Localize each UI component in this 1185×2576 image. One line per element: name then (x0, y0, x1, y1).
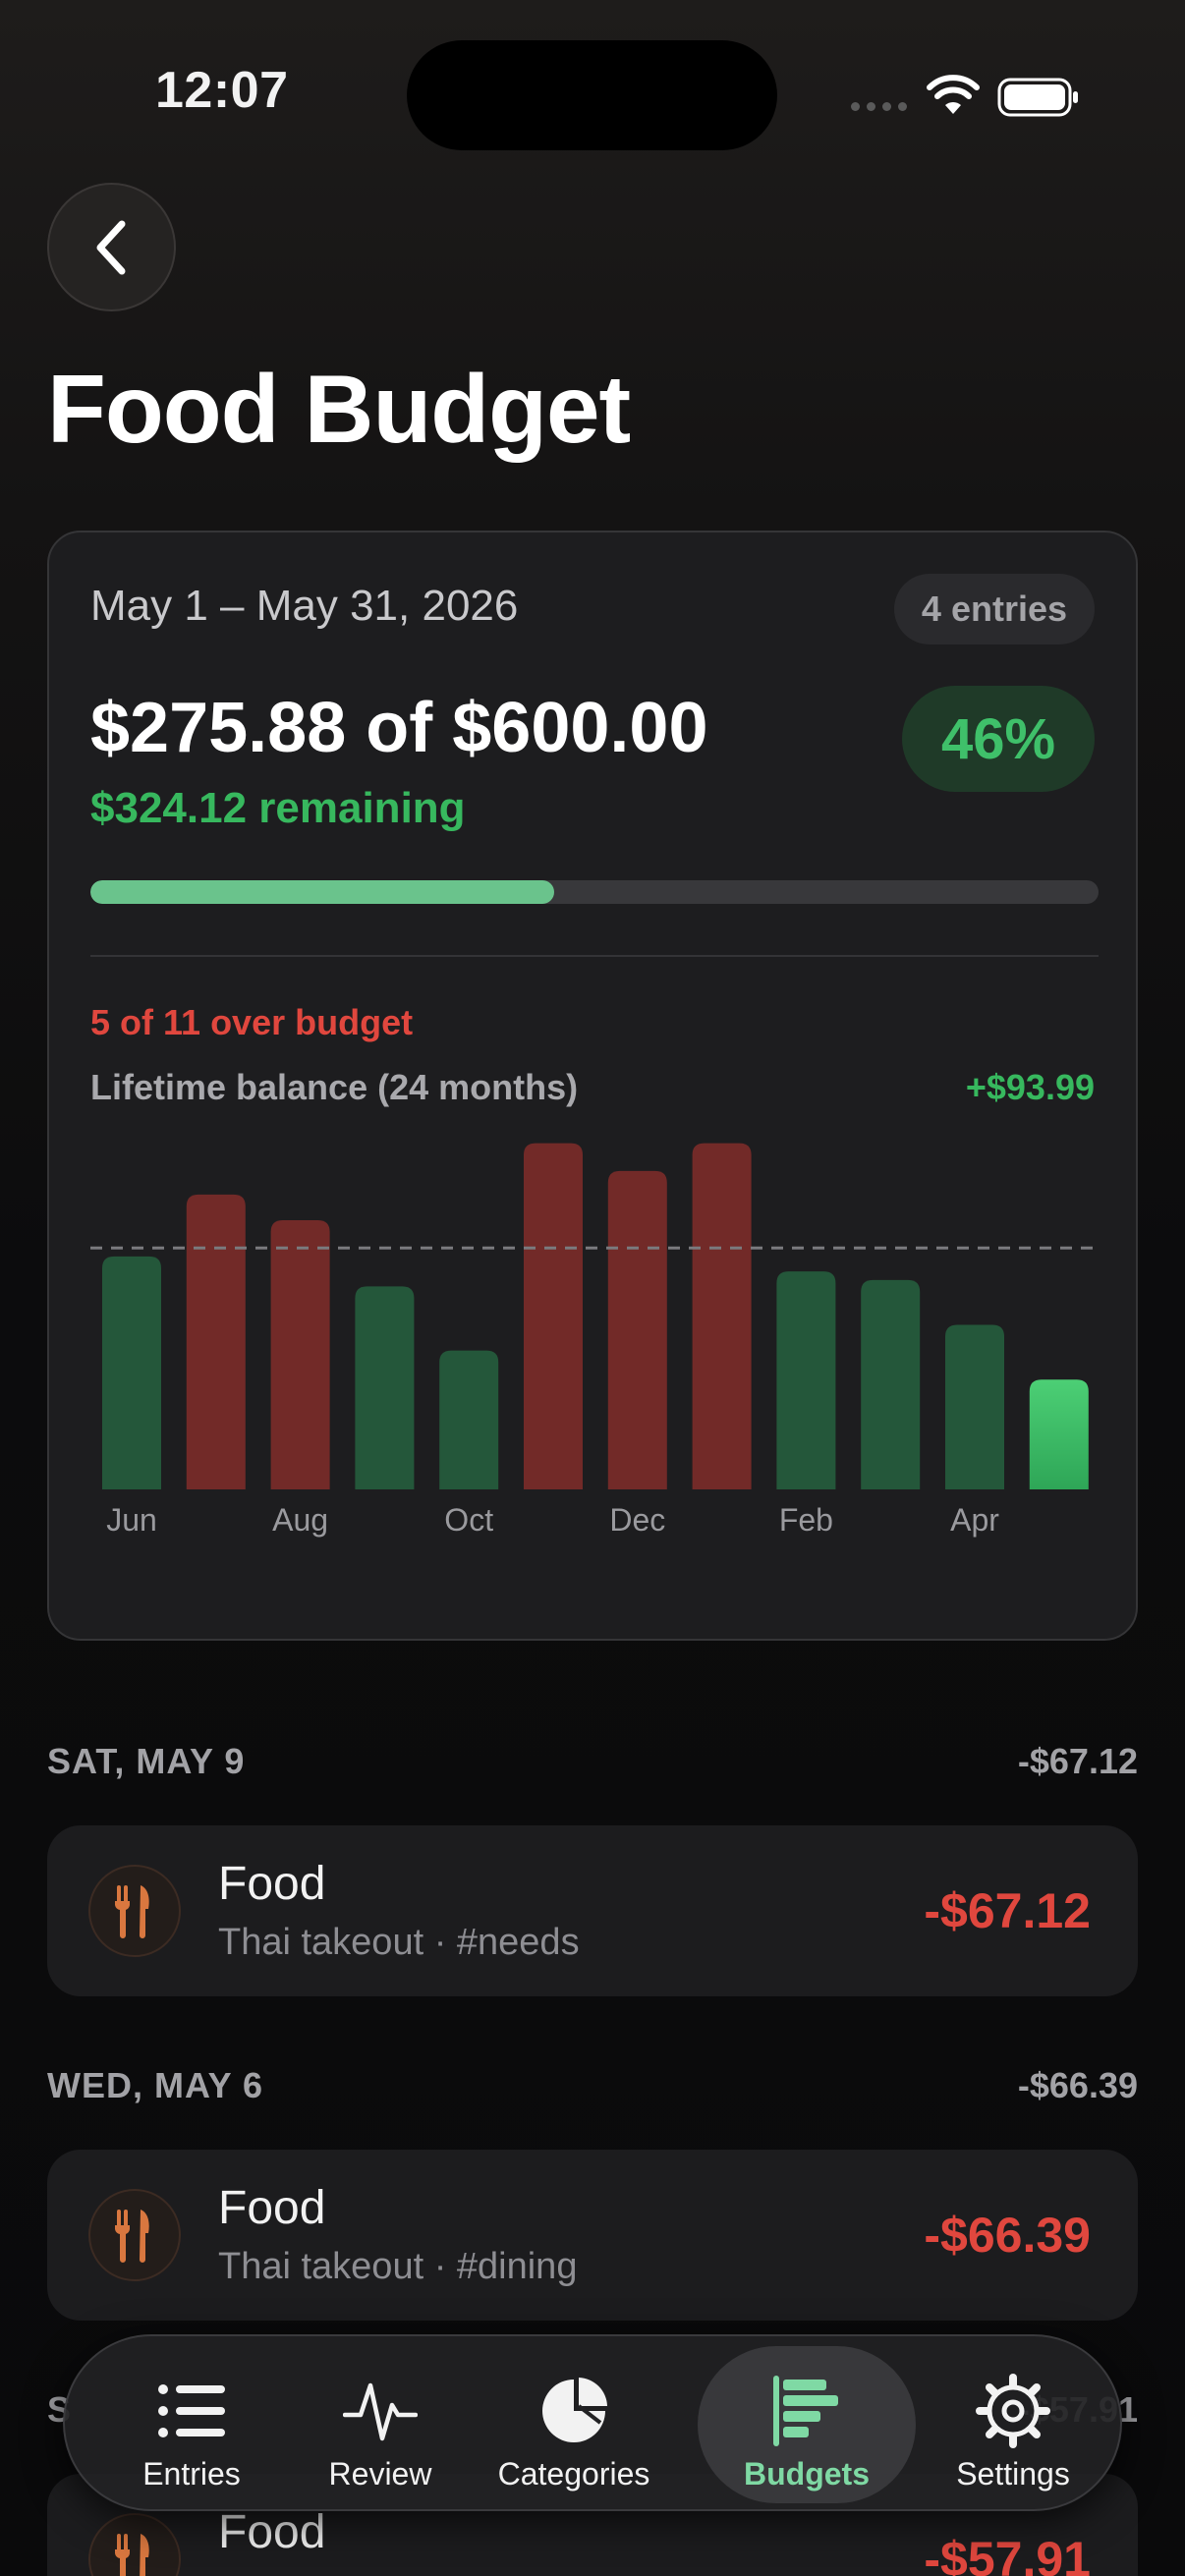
chart-bar-feb (776, 1271, 836, 1489)
entry-amount: -$67.12 (924, 1883, 1091, 1938)
chart-tick-label: Dec (609, 1502, 665, 1538)
tab-label: Budgets (744, 2456, 870, 2492)
tab-entries[interactable]: Entries (104, 2346, 279, 2503)
tab-bar: Entries Review Categories Budgets Settin… (63, 2334, 1122, 2511)
bar-chart-icon (773, 2376, 838, 2446)
percent-used-badge: 46% (902, 686, 1095, 792)
list-icon (158, 2384, 225, 2437)
entry-note: Thai takeout · #needs (218, 1922, 580, 1963)
tab-label: Settings (956, 2456, 1070, 2492)
budget-progress-bar (90, 880, 1099, 904)
lifetime-balance-value: +$93.99 (965, 1067, 1095, 1107)
entry-category: Food (218, 2182, 326, 2234)
battery-icon (997, 78, 1078, 117)
chart-tick-label: Feb (779, 1502, 833, 1538)
chart-bar-may (1029, 1379, 1089, 1489)
over-budget-count: 5 of 11 over budget (90, 1002, 414, 1042)
cellular-signal-icon (851, 102, 907, 111)
budget-progress-fill (90, 880, 554, 904)
pie-chart-icon (542, 2378, 607, 2442)
chart-bar-oct (439, 1350, 499, 1489)
tab-label: Entries (142, 2456, 241, 2492)
day-total: -$66.39 (1017, 2065, 1138, 2105)
tab-categories[interactable]: Categories (478, 2346, 670, 2503)
chart-bar-jun (102, 1256, 161, 1489)
fork-knife-icon (88, 1865, 181, 1957)
chart-tick-label: Aug (272, 1502, 328, 1538)
day-header: WED, MAY 6 (47, 2065, 264, 2105)
remaining-amount: $324.12 remaining (90, 784, 466, 832)
tab-label: Review (328, 2456, 432, 2492)
chart-tick-label: Oct (444, 1502, 493, 1538)
chart-bar-dec (607, 1170, 667, 1489)
day-header: SAT, MAY 9 (47, 1741, 246, 1781)
fork-knife-icon (88, 2189, 181, 2281)
entry-amount: -$66.39 (924, 2208, 1091, 2263)
chevron-left-icon (96, 220, 125, 274)
tab-review[interactable]: Review (297, 2346, 464, 2503)
chart-bar-sep (355, 1286, 415, 1489)
budget-summary-card: May 1 – May 31, 2026 4 entries $275.88 o… (47, 531, 1138, 1641)
entry-note: Thai takeout · #dining (218, 2246, 578, 2287)
entry-row[interactable]: Food Thai takeout · #needs -$67.12 (47, 1825, 1138, 1996)
entry-row[interactable]: Food Thai takeout · #dining -$66.39 (47, 2150, 1138, 2321)
page-title: Food Budget (47, 355, 631, 463)
chart-tick-label: Jun (106, 1502, 157, 1538)
entry-category: Food (218, 1858, 326, 1910)
chart-bar-jan (692, 1143, 752, 1489)
status-time: 12:07 (155, 62, 289, 119)
tab-settings[interactable]: Settings (930, 2346, 1097, 2503)
chart-bar-aug (270, 1219, 330, 1489)
screen: 12:07 Food Budget May 1 – May 31, 2026 4… (0, 0, 1185, 2576)
day-total: -$67.12 (1017, 1741, 1138, 1781)
monthly-spending-chart: Jun Aug Oct Dec Feb Apr (90, 1143, 1099, 1538)
lifetime-balance-label: Lifetime balance (24 months) (90, 1067, 579, 1107)
entries-count-badge: 4 entries (893, 574, 1095, 644)
tab-label: Categories (497, 2456, 650, 2492)
back-button[interactable] (47, 183, 176, 311)
wifi-icon (927, 75, 980, 114)
tab-budgets[interactable]: Budgets (698, 2346, 916, 2503)
chart-bar-apr (945, 1324, 1004, 1489)
date-range: May 1 – May 31, 2026 (90, 582, 519, 630)
entry-category: Food (218, 2506, 326, 2558)
chart-bar-mar (861, 1279, 921, 1489)
chart-bar-nov (524, 1143, 583, 1489)
spent-of-budget: $275.88 of $600.00 (90, 689, 708, 767)
pulse-icon (343, 2382, 418, 2441)
entry-amount: -$57.91 (924, 2532, 1091, 2576)
card-divider (90, 955, 1099, 957)
dynamic-island (407, 40, 777, 150)
fork-knife-icon (88, 2513, 181, 2576)
chart-tick-label: Apr (950, 1502, 999, 1538)
gear-icon (976, 2374, 1050, 2448)
chart-bar-jul (186, 1194, 246, 1489)
